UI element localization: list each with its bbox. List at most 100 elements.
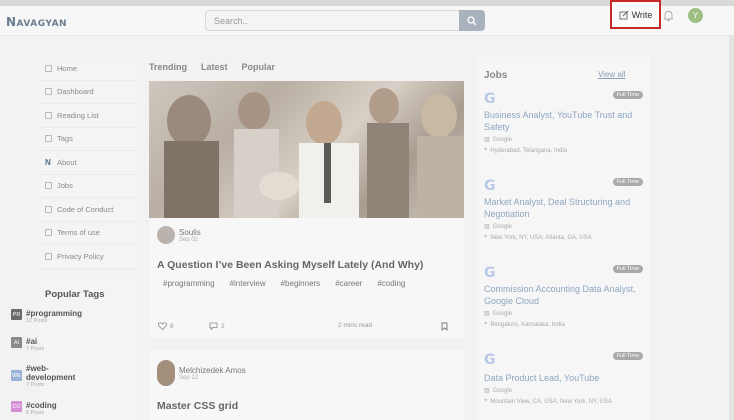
tag-icon — [45, 135, 52, 143]
tag-post-count: 12 Posts — [26, 318, 48, 324]
post-author[interactable]: Melchizedek Amos Sep 12 — [157, 360, 246, 386]
bookmark-icon — [441, 322, 448, 331]
tag-avatar: CO — [11, 401, 22, 412]
job-location: ⌖ New York, NY, USA; Atlanta, GA, USA — [484, 234, 644, 241]
author-avatar[interactable] — [157, 226, 175, 244]
building-icon: ▥ — [484, 137, 490, 143]
bookmark-button[interactable] — [441, 322, 448, 331]
location-pin-icon: ⌖ — [484, 234, 488, 240]
hashtag-link[interactable]: #career — [335, 279, 362, 288]
bell-icon — [664, 11, 673, 22]
search-button[interactable] — [459, 10, 485, 31]
read-time-text: 2 mins read — [338, 322, 372, 329]
post-hashtags: #programming #interview #beginners #care… — [163, 279, 405, 288]
tag-name: #ai — [26, 337, 38, 346]
user-initial: Y — [692, 11, 699, 20]
tab-trending[interactable]: Trending — [149, 62, 187, 72]
tag-item-programming[interactable]: PR #programming 12 Posts — [11, 309, 82, 324]
author-name[interactable]: Melchizedek Amos — [179, 366, 246, 375]
job-title[interactable]: Data Product Lead, YouTube — [484, 372, 644, 384]
hashtag-link[interactable]: #beginners — [281, 279, 321, 288]
sidebar-item-about[interactable]: N About — [39, 151, 137, 175]
tab-latest[interactable]: Latest — [201, 62, 228, 72]
location-pin-icon: ⌖ — [484, 398, 488, 404]
job-title[interactable]: Commission Accounting Data Analyst, Goog… — [484, 283, 644, 307]
view-all-jobs-link[interactable]: View all — [598, 70, 625, 79]
tag-post-count: 5 Posts — [26, 410, 45, 416]
company-name: Google — [492, 223, 513, 230]
job-title[interactable]: Market Analyst, Deal Structuring and Neg… — [484, 196, 644, 220]
tag-post-count: 7 Posts — [26, 382, 45, 388]
tag-abbr: PR — [12, 311, 21, 318]
sidebar-item-dashboard[interactable]: Dashboard — [39, 80, 137, 104]
site-logo[interactable]: NAVAGYAN — [6, 15, 67, 29]
page-scrollbar[interactable] — [729, 36, 734, 420]
post-author[interactable]: Soulis Sep 02 — [157, 226, 201, 244]
company-name: Google — [492, 136, 513, 143]
job-card[interactable]: G Full Time Market Analyst, Deal Structu… — [484, 178, 644, 241]
sidebar-item-label: Jobs — [57, 181, 73, 191]
job-company: ▥ Google — [484, 136, 644, 144]
job-company: ▥ Google — [484, 223, 644, 231]
crowd-photo-image — [164, 88, 464, 218]
tag-item-web-development[interactable]: WE #web-development 7 Posts — [11, 364, 75, 388]
notifications-button[interactable] — [663, 9, 674, 27]
sidebar-item-home[interactable]: Home — [39, 57, 137, 81]
post-title[interactable]: Master CSS grid — [157, 400, 238, 412]
comment-icon — [209, 322, 218, 330]
sidebar-item-tags[interactable]: Tags — [39, 127, 137, 151]
author-name[interactable]: Soulis — [179, 228, 201, 237]
write-button[interactable]: Write — [610, 0, 661, 29]
sidebar-item-code-of-conduct[interactable]: Code of Conduct — [39, 198, 137, 222]
navagyan-logo-icon: N — [45, 157, 51, 167]
sidebar-item-jobs[interactable]: Jobs — [39, 174, 137, 198]
job-card[interactable]: G Full Time Commission Accounting Data A… — [484, 265, 644, 328]
hashtag-link[interactable]: #programming — [163, 279, 215, 288]
terms-icon — [45, 229, 52, 237]
post-title[interactable]: A Question I’ve Been Asking Myself Latel… — [157, 259, 423, 271]
tag-name-line2: development — [26, 373, 76, 382]
tag-name-line1: #web- — [26, 364, 49, 373]
company-name: Google — [492, 310, 513, 317]
job-type-badge: Full Time — [612, 91, 643, 99]
job-title[interactable]: Business Analyst, YouTube Trust and Safe… — [484, 109, 644, 133]
left-sidebar: Home Dashboard Reading List Tags N About … — [39, 57, 137, 269]
job-card[interactable]: G Full Time Data Product Lead, YouTube ▥… — [484, 352, 644, 405]
sidebar-item-label: About — [57, 157, 77, 167]
sidebar-item-privacy[interactable]: Privacy Policy — [39, 245, 137, 269]
like-count: 8 — [170, 322, 174, 330]
search-input[interactable] — [205, 10, 459, 31]
tag-avatar: WE — [11, 370, 22, 381]
document-icon — [45, 205, 52, 213]
tag-avatar: PR — [11, 309, 22, 320]
post-date: Sep 12 — [179, 374, 199, 381]
tab-popular[interactable]: Popular — [242, 62, 276, 72]
hashtag-link[interactable]: #coding — [377, 279, 405, 288]
tag-item-ai[interactable]: AI #ai 7 Posts — [11, 337, 44, 352]
hashtag-link[interactable]: #interview — [230, 279, 266, 288]
job-card[interactable]: G Full Time Business Analyst, YouTube Tr… — [484, 91, 644, 154]
tag-item-coding[interactable]: CO #coding 5 Posts — [11, 401, 57, 416]
building-icon: ▥ — [484, 388, 490, 394]
job-location: ⌖ Mountain View, CA, USA; New York, NY, U… — [484, 398, 644, 405]
company-name: Google — [492, 387, 513, 394]
sidebar-item-reading-list[interactable]: Reading List — [39, 104, 137, 128]
post-cover-image[interactable] — [149, 81, 464, 218]
like-button[interactable]: 8 — [158, 322, 174, 330]
sidebar-item-label: Home — [57, 63, 78, 73]
sidebar-item-terms[interactable]: Terms of use — [39, 221, 137, 245]
dashboard-icon — [45, 88, 52, 96]
comment-button[interactable]: 2 — [209, 322, 225, 330]
post-date: Sep 02 — [179, 236, 199, 243]
user-avatar[interactable]: Y — [688, 8, 703, 23]
edit-icon — [619, 10, 628, 19]
job-location: ⌖ Bengaluru, Karnataka, India — [484, 321, 644, 328]
author-avatar[interactable] — [157, 360, 175, 386]
heart-icon — [158, 322, 167, 330]
search-bar — [205, 10, 485, 31]
tag-abbr: CO — [12, 403, 21, 410]
comment-count: 2 — [221, 322, 225, 330]
sidebar-item-label: Reading List — [57, 110, 99, 120]
building-icon: ▥ — [484, 224, 490, 230]
location-text: Mountain View, CA, USA; New York, NY, US… — [490, 398, 612, 405]
